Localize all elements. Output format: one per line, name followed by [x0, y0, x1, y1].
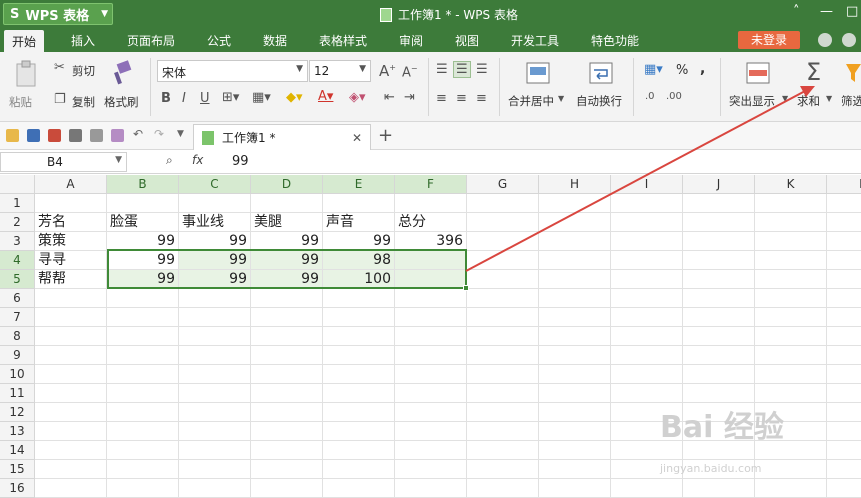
baidu-watermark-logo: Bai 经验 [660, 402, 784, 446]
watermark-url: jingyan.baidu.com [660, 462, 762, 475]
watermark-text: Bai 经验 [660, 410, 784, 445]
